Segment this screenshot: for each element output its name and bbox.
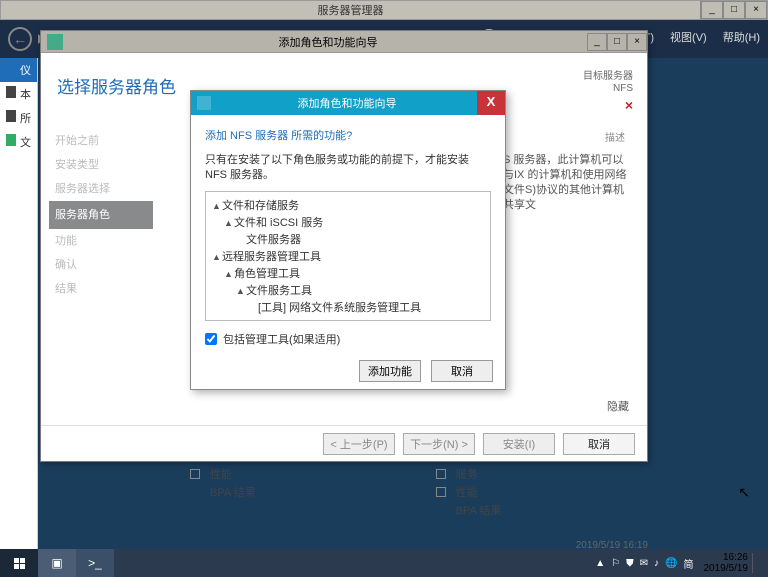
popup-question: 添加 NFS 服务器 所需的功能? — [205, 127, 491, 143]
description-text: S 服务器，此计算机可以与IX 的计算机和使用网络文件S)协议的其他计算机共享文 — [503, 153, 633, 213]
app-title: 服务器管理器 — [1, 2, 700, 18]
tree-node[interactable]: ▲远程服务器管理工具 — [212, 249, 484, 266]
sidebar-item-local[interactable]: 本 — [0, 82, 37, 106]
tree-node[interactable]: ▲文件和 iSCSI 服务 — [212, 215, 484, 232]
tree-node[interactable]: ▲文件和存储服务 — [212, 198, 484, 215]
feature-tree[interactable]: ▲文件和存储服务▲文件和 iSCSI 服务文件服务器▲远程服务器管理工具▲角色管… — [205, 191, 491, 321]
window-close-button[interactable]: × — [745, 1, 767, 19]
tree-node[interactable]: ▲角色管理工具 — [212, 266, 484, 283]
wizard-steps: 开始之前 安装类型 服务器选择 服务器角色 功能 确认 结果 — [55, 129, 163, 301]
tree-node[interactable]: [工具] 网络文件系统服务管理工具 — [212, 300, 484, 317]
status-box-icon — [436, 487, 446, 497]
app-titlebar: 服务器管理器 _ □ × — [0, 0, 768, 20]
tray-icon[interactable]: ✉ — [640, 558, 648, 569]
tray-icon[interactable]: ♪ — [654, 558, 659, 569]
popup-titlebar[interactable]: 添加角色和功能向导 X — [191, 91, 505, 115]
hide-link[interactable]: 隐藏 — [607, 399, 629, 415]
step-type[interactable]: 安装类型 — [55, 153, 163, 177]
popup-cancel-button[interactable]: 取消 — [431, 360, 493, 382]
taskbar-clock[interactable]: 16:26 2019/5/19 — [700, 552, 753, 574]
step-results: 结果 — [55, 277, 163, 301]
window-min-button[interactable]: _ — [701, 1, 723, 19]
include-tools-checkbox[interactable]: 包括管理工具(如果适用) — [205, 331, 491, 347]
add-features-button[interactable]: 添加功能 — [359, 360, 421, 382]
next-button[interactable]: 下一步(N) > — [403, 433, 475, 455]
popup-icon — [197, 96, 211, 110]
include-tools-input[interactable] — [205, 333, 217, 345]
taskbar-server-manager[interactable]: ▣ — [38, 549, 76, 577]
file-icon — [6, 134, 16, 146]
menu-help[interactable]: 帮助(H) — [723, 29, 760, 49]
status-box-icon — [190, 469, 200, 479]
popup-note: 只有在安装了以下角色服务或功能的前提下，才能安装 NFS 服务器。 — [205, 153, 491, 183]
prev-button[interactable]: < 上一步(P) — [323, 433, 395, 455]
wizard-icon — [47, 34, 63, 50]
sidebar-item-file[interactable]: 文 — [0, 130, 37, 154]
wizard-titlebar[interactable]: 添加角色和功能向导 _ □ × — [41, 31, 647, 53]
tray-icon[interactable]: ▲ — [595, 558, 605, 569]
menu-view[interactable]: 视图(V) — [670, 29, 707, 49]
tray-icon[interactable]: ⚐ — [611, 558, 620, 569]
tray-icon[interactable]: 🌐 — [665, 558, 677, 569]
window-max-button[interactable]: □ — [723, 1, 745, 19]
cancel-button[interactable]: 取消 — [563, 433, 635, 455]
step-before[interactable]: 开始之前 — [55, 129, 163, 153]
step-confirm: 确认 — [55, 253, 163, 277]
sidebar-item-all[interactable]: 所 — [0, 106, 37, 130]
tray-icon[interactable]: ⛊ — [626, 558, 634, 569]
step-features: 功能 — [55, 229, 163, 253]
description-label: 描述 — [605, 131, 625, 147]
step-server[interactable]: 服务器选择 — [55, 177, 163, 201]
wizard-footer: < 上一步(P) 下一步(N) > 安装(I) 取消 — [41, 425, 647, 461]
notification-center-icon[interactable] — [752, 553, 768, 573]
taskbar-powershell[interactable]: >_ — [76, 549, 114, 577]
tree-node[interactable]: ▲文件服务工具 — [212, 283, 484, 300]
wizard-min-button[interactable]: _ — [587, 33, 607, 51]
status-box-icon — [436, 469, 446, 479]
servers-icon — [6, 110, 16, 122]
windows-icon — [14, 558, 25, 569]
server-sidebar: 仪 本 所 文 — [0, 58, 38, 557]
start-button[interactable] — [0, 549, 38, 577]
wizard-heading: 选择服务器角色 — [57, 73, 176, 98]
nav-back-icon[interactable]: ← — [8, 27, 32, 51]
server-icon — [6, 86, 16, 98]
taskbar: ▣ >_ ▲ ⚐ ⛊ ✉ ♪ 🌐 简 16:26 2019/5/19 — [0, 549, 768, 577]
system-tray: ▲ ⚐ ⛊ ✉ ♪ 🌐 简 — [595, 556, 699, 571]
dashboard-icon — [6, 62, 16, 74]
popup-close-button[interactable]: X — [477, 91, 505, 115]
sidebar-item-dashboard[interactable]: 仪 — [0, 58, 37, 82]
install-button: 安装(I) — [483, 433, 555, 455]
tray-icon[interactable]: 简 — [684, 556, 694, 571]
dashboard-panels: 性能 BPA 结果 服务 性能 BPA 结果 — [170, 466, 758, 520]
popup-title: 添加角色和功能向导 — [217, 95, 477, 111]
step-roles[interactable]: 服务器角色 — [49, 201, 153, 229]
wizard-max-button[interactable]: □ — [607, 33, 627, 51]
wizard-close-button[interactable]: × — [627, 33, 647, 51]
wizard-title: 添加角色和功能向导 — [69, 34, 587, 50]
add-features-popup: 添加角色和功能向导 X 添加 NFS 服务器 所需的功能? 只有在安装了以下角色… — [190, 90, 506, 390]
tree-node[interactable]: 文件服务器 — [212, 232, 484, 249]
